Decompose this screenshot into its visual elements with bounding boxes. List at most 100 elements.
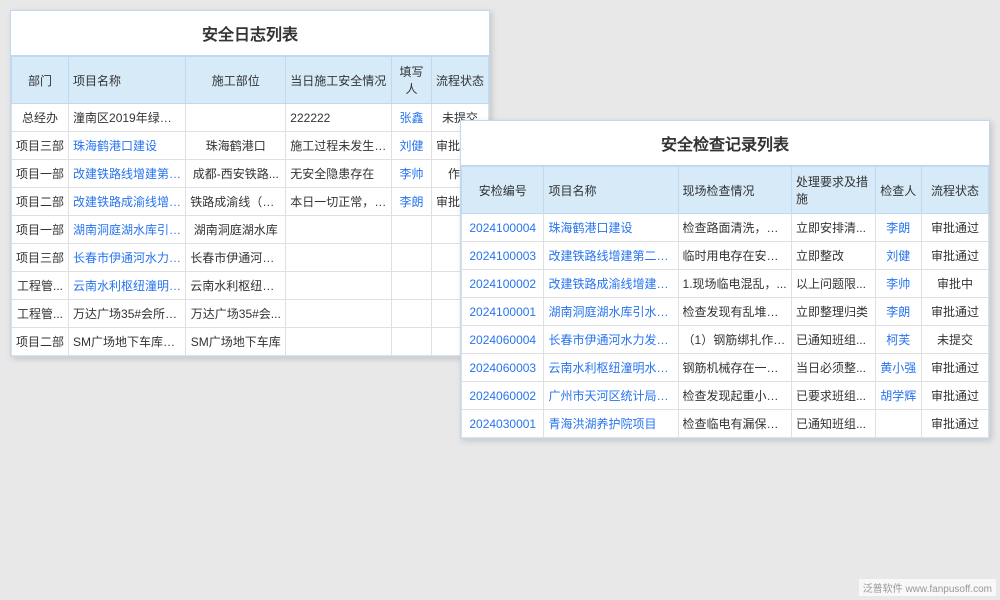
status-cell: 审批通过	[921, 214, 988, 242]
project-cell[interactable]: 云南水利枢纽潼明水库...	[544, 354, 678, 382]
site-cell: 成都-西安铁路...	[186, 160, 286, 188]
measure-cell: 已通知班组...	[791, 326, 875, 354]
id-cell[interactable]: 2024100003	[462, 242, 544, 270]
id-cell[interactable]: 2024100002	[462, 270, 544, 298]
safety-cell	[286, 272, 392, 300]
writer-cell[interactable]: 李朗	[392, 188, 432, 216]
writer-cell[interactable]: 刘健	[392, 132, 432, 160]
site-cell: 铁路成渝线（成...	[186, 188, 286, 216]
site-cell: （1）钢筋绑扎作业...	[678, 326, 791, 354]
dept-cell: 项目三部	[12, 244, 69, 272]
dept-cell: 总经办	[12, 104, 69, 132]
id-cell[interactable]: 2024060002	[462, 382, 544, 410]
project-cell[interactable]: 改建铁路线增建第二线...	[544, 242, 678, 270]
col-dept: 部门	[12, 57, 69, 104]
inspector-cell[interactable]: 柯芙	[875, 326, 921, 354]
inspector-cell[interactable]: 李朗	[875, 214, 921, 242]
writer-cell[interactable]: 李帅	[392, 160, 432, 188]
project-cell[interactable]: 湖南洞庭湖水库引水工...	[544, 298, 678, 326]
project-cell[interactable]: 长春市伊通河水力发电...	[544, 326, 678, 354]
dept-cell: 项目一部	[12, 216, 69, 244]
col-project: 项目名称	[69, 57, 186, 104]
measure-cell: 立即安排清...	[791, 214, 875, 242]
writer-cell	[392, 300, 432, 328]
project-cell: 万达广场35#会所及咖啡...	[69, 300, 186, 328]
inspector-cell[interactable]: 胡学辉	[875, 382, 921, 410]
site-cell: 长春市伊通河水...	[186, 244, 286, 272]
project-cell[interactable]: 青海洪湖养护院项目	[544, 410, 678, 438]
dept-cell: 项目二部	[12, 328, 69, 356]
dept-cell: 项目二部	[12, 188, 69, 216]
col-id: 安检编号	[462, 167, 544, 214]
col-r-inspector: 检查人	[875, 167, 921, 214]
table-row: 项目三部长春市伊通河水力发电厂...长春市伊通河水...	[12, 244, 489, 272]
safety-cell	[286, 216, 392, 244]
safety-log-table: 部门 项目名称 施工部位 当日施工安全情况 填写人 流程状态 总经办潼南区201…	[11, 56, 489, 356]
inspector-cell[interactable]: 黄小强	[875, 354, 921, 382]
col-r-status: 流程状态	[921, 167, 988, 214]
dept-cell: 项目一部	[12, 160, 69, 188]
inspector-cell[interactable]: 李朗	[875, 298, 921, 326]
site-cell	[186, 104, 286, 132]
table-row: 2024060003云南水利枢纽潼明水库...钢筋机械存在一闸...当日必须整.…	[462, 354, 989, 382]
table-row: 工程管...万达广场35#会所及咖啡...万达广场35#会...	[12, 300, 489, 328]
col-r-measure: 处理要求及措施	[791, 167, 875, 214]
project-cell[interactable]: 云南水利枢纽潼明水库一...	[69, 272, 186, 300]
table-row: 项目二部改建铁路成渝线增建第二...铁路成渝线（成...本日一切正常，无事故发.…	[12, 188, 489, 216]
safety-cell	[286, 300, 392, 328]
id-cell[interactable]: 2024060003	[462, 354, 544, 382]
table-row: 2024060004长春市伊通河水力发电...（1）钢筋绑扎作业...已通知班组…	[462, 326, 989, 354]
site-cell: 临时用电存在安全...	[678, 242, 791, 270]
col-status: 流程状态	[431, 57, 488, 104]
table-row: 2024100003改建铁路线增建第二线...临时用电存在安全...立即整改刘健…	[462, 242, 989, 270]
table-row: 项目一部改建铁路线增建第二线直...成都-西安铁路...无安全隐患存在李帅作废	[12, 160, 489, 188]
project-cell[interactable]: 广州市天河区统计局机...	[544, 382, 678, 410]
inspector-cell	[875, 410, 921, 438]
project-cell[interactable]: 改建铁路成渝线增建第...	[544, 270, 678, 298]
project-cell[interactable]: 珠海鹤港口建设	[69, 132, 186, 160]
project-cell: SM广场地下车库更换摄...	[69, 328, 186, 356]
table-row: 2024100004珠海鹤港口建设检查路面清洗，路...立即安排清...李朗审批…	[462, 214, 989, 242]
col-writer: 填写人	[392, 57, 432, 104]
project-cell[interactable]: 湖南洞庭湖水库引水工程...	[69, 216, 186, 244]
project-cell[interactable]: 珠海鹤港口建设	[544, 214, 678, 242]
status-cell: 审批通过	[921, 354, 988, 382]
safety-check-header-row: 安检编号 项目名称 现场检查情况 处理要求及措施 检查人 流程状态	[462, 167, 989, 214]
measure-cell: 已通知班组...	[791, 410, 875, 438]
table-row: 2024100002改建铁路成渝线增建第...1.现场临电混乱，...以上问题限…	[462, 270, 989, 298]
id-cell[interactable]: 2024060004	[462, 326, 544, 354]
safety-check-table: 安检编号 项目名称 现场检查情况 处理要求及措施 检查人 流程状态 202410…	[461, 166, 989, 438]
inspector-cell[interactable]: 李帅	[875, 270, 921, 298]
safety-cell: 施工过程未发生安全事故...	[286, 132, 392, 160]
site-cell: 钢筋机械存在一闸...	[678, 354, 791, 382]
project-cell[interactable]: 长春市伊通河水力发电厂...	[69, 244, 186, 272]
site-cell: 1.现场临电混乱，...	[678, 270, 791, 298]
project-cell[interactable]: 改建铁路成渝线增建第二...	[69, 188, 186, 216]
project-cell[interactable]: 改建铁路线增建第二线直...	[69, 160, 186, 188]
table-row: 工程管...云南水利枢纽潼明水库一...云南水利枢纽潼...	[12, 272, 489, 300]
dept-cell: 工程管...	[12, 300, 69, 328]
inspector-cell[interactable]: 刘健	[875, 242, 921, 270]
col-r-site: 现场检查情况	[678, 167, 791, 214]
table-row: 2024060002广州市天河区统计局机...检查发现起重小物...已要求班组.…	[462, 382, 989, 410]
table-row: 2024100001湖南洞庭湖水库引水工...检查发现有乱堆放...立即整理归类…	[462, 298, 989, 326]
site-cell: 检查路面清洗，路...	[678, 214, 791, 242]
site-cell: 检查临电有漏保部...	[678, 410, 791, 438]
col-site: 施工部位	[186, 57, 286, 104]
writer-cell[interactable]: 张鑫	[392, 104, 432, 132]
safety-cell: 无安全隐患存在	[286, 160, 392, 188]
col-safety: 当日施工安全情况	[286, 57, 392, 104]
watermark: 泛普软件 www.fanpusoff.com	[859, 579, 996, 596]
main-container: 安全日志列表 部门 项目名称 施工部位 当日施工安全情况 填写人 流程状态 总经…	[0, 0, 1000, 600]
safety-check-panel: 安全检查记录列表 安检编号 项目名称 现场检查情况 处理要求及措施 检查人 流程…	[460, 120, 990, 439]
site-cell: SM广场地下车库	[186, 328, 286, 356]
table-row: 项目三部珠海鹤港口建设珠海鹤港口施工过程未发生安全事故...刘健审批通过	[12, 132, 489, 160]
measure-cell: 立即整理归类	[791, 298, 875, 326]
status-cell: 审批通过	[921, 382, 988, 410]
id-cell[interactable]: 2024100001	[462, 298, 544, 326]
site-cell: 检查发现有乱堆放...	[678, 298, 791, 326]
id-cell[interactable]: 2024100004	[462, 214, 544, 242]
id-cell[interactable]: 2024030001	[462, 410, 544, 438]
writer-cell	[392, 328, 432, 356]
table-row: 项目一部湖南洞庭湖水库引水工程...湖南洞庭湖水库	[12, 216, 489, 244]
